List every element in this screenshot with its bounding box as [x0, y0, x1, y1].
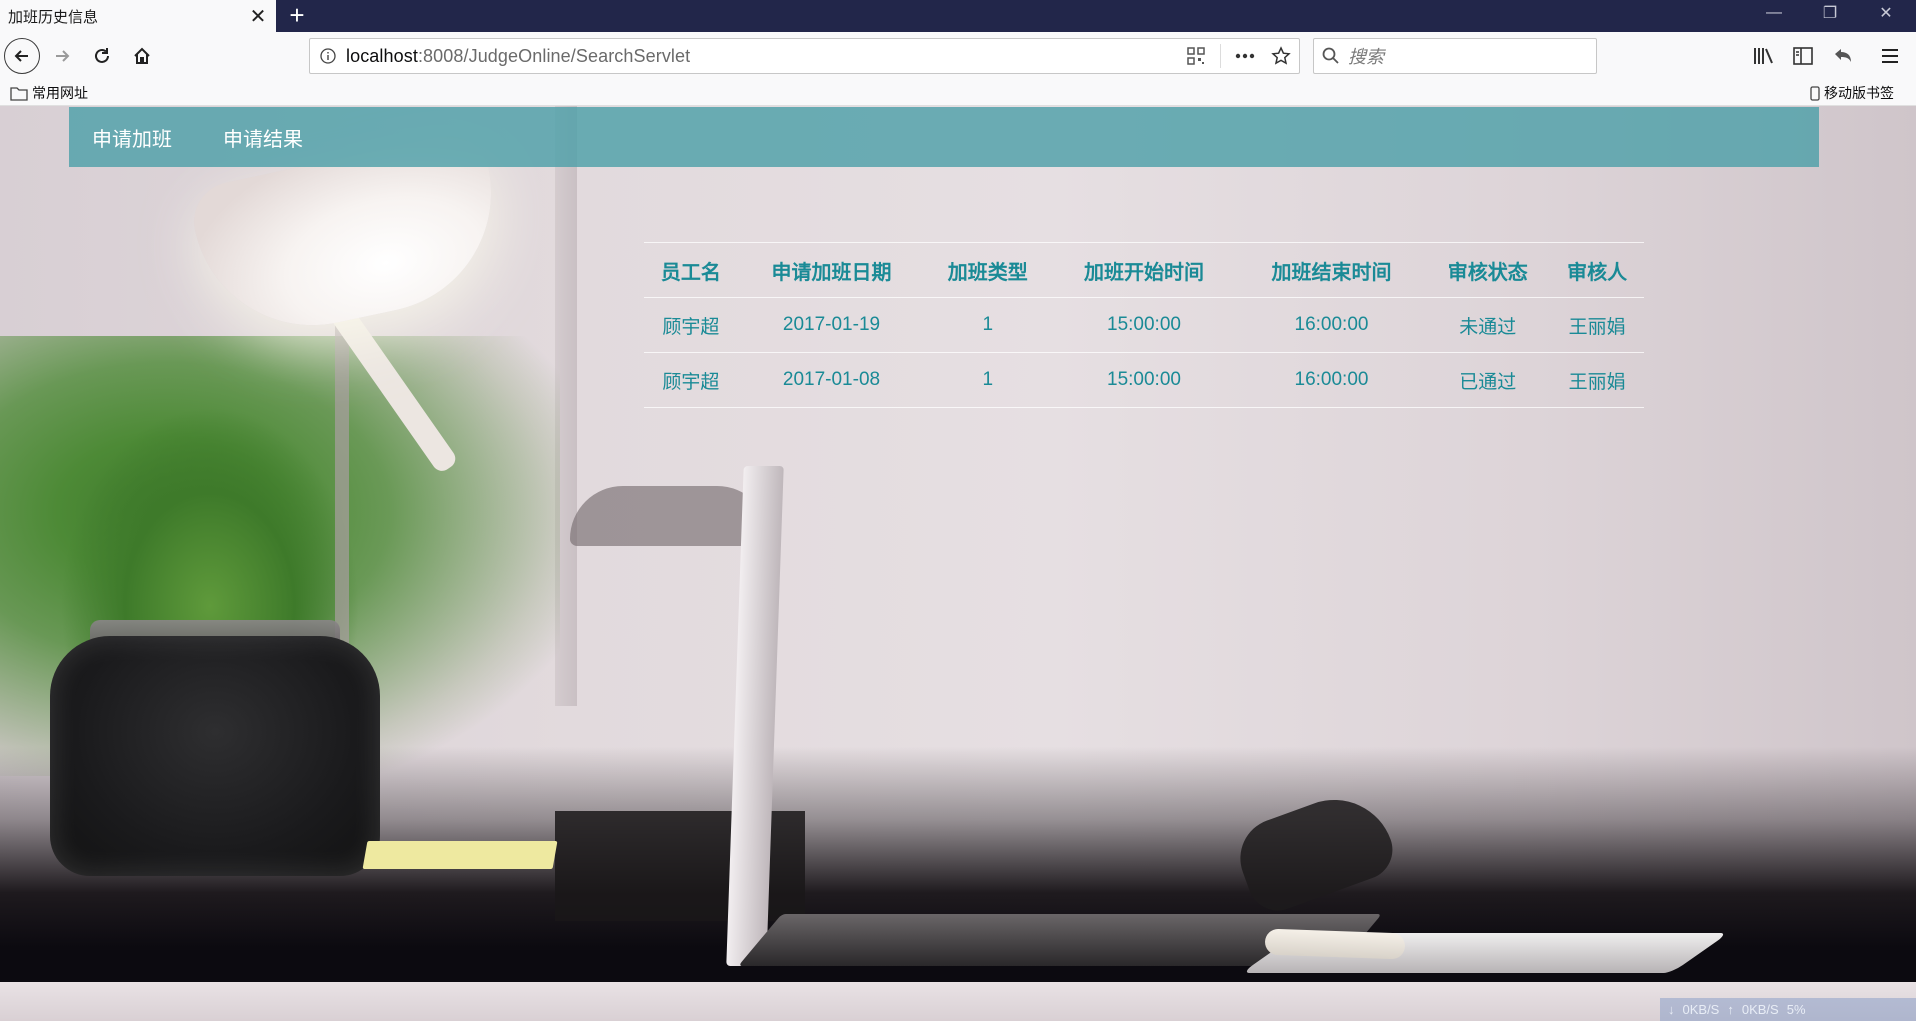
home-icon: [134, 47, 150, 64]
bottom-strip: [0, 982, 1916, 1021]
new-tab-button[interactable]: +: [284, 0, 310, 30]
arrow-left-icon: [14, 50, 28, 62]
info-icon[interactable]: [310, 48, 346, 64]
bookmark-star-icon[interactable]: [1263, 46, 1299, 66]
pen-decoration: [1264, 928, 1406, 960]
site-nav: 申请加班 申请结果: [69, 107, 1819, 167]
cell-reviewer: 王丽娟: [1550, 352, 1644, 408]
col-employee: 员工名: [644, 242, 738, 298]
table-header-row: 员工名 申请加班日期 加班类型 加班开始时间 加班结束时间 审核状态 审核人: [644, 242, 1644, 298]
col-status: 审核状态: [1425, 242, 1551, 298]
page-viewport: 申请加班 申请结果 员工名 申请加班日期 加班类型 加班开始时间 加班结束时间 …: [0, 106, 1916, 1021]
url-path: :8008/JudgeOnline/SearchServlet: [417, 45, 691, 66]
nav-apply-overtime[interactable]: 申请加班: [92, 123, 172, 152]
home-button[interactable]: [124, 38, 160, 74]
cell-apply-date: 2017-01-08: [737, 352, 926, 408]
url-host: localhost: [346, 45, 418, 66]
folder-icon: [10, 86, 28, 101]
bookmark-folder[interactable]: 常用网址: [10, 83, 88, 103]
col-type: 加班类型: [925, 242, 1051, 298]
mobile-bookmarks-label: 移动版书签: [1824, 85, 1894, 101]
page-actions-icon[interactable]: [1227, 53, 1263, 59]
cell-reviewer: 王丽娟: [1550, 297, 1644, 353]
address-bar[interactable]: localhost:8008/JudgeOnline/SearchServlet: [309, 38, 1300, 74]
active-tab[interactable]: 加班历史信息 ✕: [0, 0, 276, 32]
minimize-icon[interactable]: —: [1746, 0, 1802, 26]
download-icon: ↓: [1668, 1002, 1675, 1017]
col-reviewer: 审核人: [1550, 242, 1644, 298]
search-placeholder: 搜索: [1348, 47, 1384, 67]
back-button[interactable]: [4, 38, 40, 74]
overtime-history-table: 员工名 申请加班日期 加班类型 加班开始时间 加班结束时间 审核状态 审核人 顾…: [644, 242, 1644, 408]
table-row: 顾宇超 2017-01-08 1 15:00:00 16:00:00 已通过 王…: [644, 352, 1644, 408]
reload-icon: [95, 48, 109, 63]
cell-end-time: 16:00:00: [1237, 297, 1426, 353]
search-bar[interactable]: 搜索: [1313, 38, 1597, 74]
tab-close-icon[interactable]: ✕: [248, 6, 268, 28]
network-speed-widget: ↓ 0KB/S ↑ 0KB/S 5%: [1660, 998, 1916, 1021]
cell-end-time: 16:00:00: [1237, 352, 1426, 408]
cell-employee: 顾宇超: [644, 297, 738, 353]
cell-start-time: 15:00:00: [1050, 297, 1238, 353]
qr-code-icon[interactable]: [1178, 47, 1214, 65]
restore-icon[interactable]: ❐: [1802, 0, 1858, 26]
forward-button[interactable]: [44, 38, 80, 74]
cell-status: 未通过: [1425, 297, 1551, 353]
col-end-time: 加班结束时间: [1237, 242, 1426, 298]
upload-speed: 0KB/S: [1741, 1002, 1779, 1017]
mobile-bookmarks[interactable]: 移动版书签: [1810, 83, 1894, 103]
sticky-notes-decoration: [362, 841, 558, 869]
mobile-icon: [1810, 85, 1820, 101]
cell-apply-date: 2017-01-19: [737, 297, 926, 353]
mouse-decoration: [1229, 783, 1401, 919]
bookmark-folder-label: 常用网址: [32, 85, 88, 101]
cell-employee: 顾宇超: [644, 352, 738, 408]
nav-apply-result[interactable]: 申请结果: [223, 123, 303, 152]
desk-lamp-decoration: [570, 486, 770, 546]
browser-toolbar: localhost:8008/JudgeOnline/SearchServlet…: [0, 32, 1916, 80]
cell-type: 1: [925, 352, 1051, 408]
tab-title: 加班历史信息: [8, 8, 99, 26]
cell-status: 已通过: [1425, 352, 1551, 408]
arrow-right-icon: [56, 50, 70, 62]
hamburger-menu-icon[interactable]: [1876, 42, 1904, 70]
table-row: 顾宇超 2017-01-19 1 15:00:00 16:00:00 未通过 王…: [644, 297, 1644, 353]
sidebar-icon[interactable]: [1789, 42, 1817, 70]
download-speed: 0KB/S: [1682, 1002, 1720, 1017]
library-icon[interactable]: [1749, 42, 1777, 70]
window-close-icon[interactable]: ✕: [1858, 0, 1914, 26]
col-start-time: 加班开始时间: [1050, 242, 1238, 298]
col-apply-date: 申请加班日期: [737, 242, 926, 298]
url-text[interactable]: localhost:8008/JudgeOnline/SearchServlet: [346, 46, 1178, 67]
tab-bar: 加班历史信息 ✕ + — ❐ ✕: [0, 0, 1916, 32]
bookmarks-toolbar: 常用网址 移动版书签: [0, 80, 1916, 106]
cell-start-time: 15:00:00: [1050, 352, 1238, 408]
undo-icon[interactable]: [1829, 42, 1857, 70]
upload-icon: ↑: [1727, 1002, 1734, 1017]
search-icon: [1322, 47, 1339, 64]
jar-decoration: [50, 636, 380, 876]
reload-button[interactable]: [84, 38, 120, 74]
url-separator: [1220, 44, 1221, 68]
cpu-percent: 5%: [1786, 1002, 1806, 1017]
cell-type: 1: [925, 297, 1051, 353]
